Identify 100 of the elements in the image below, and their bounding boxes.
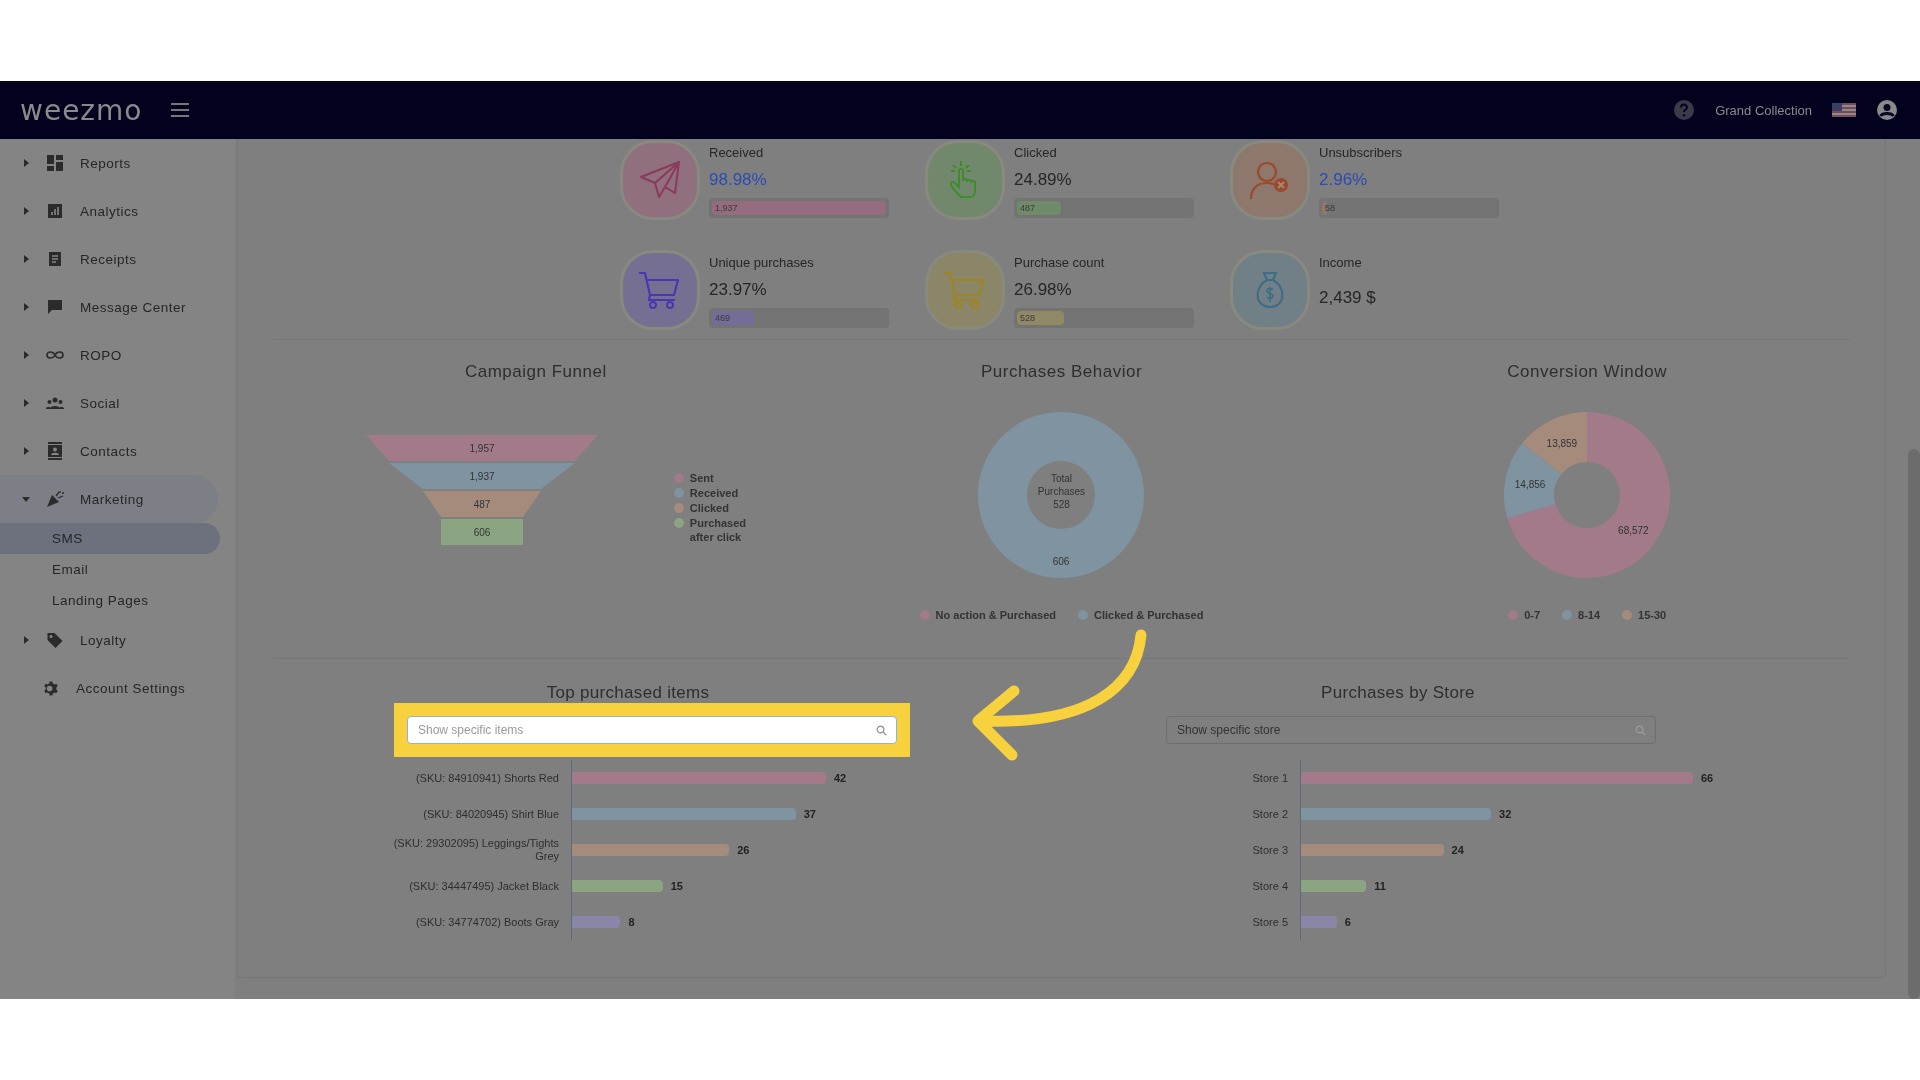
chart-title: Purchases by Store	[1321, 683, 1475, 703]
legend-label[interactable]: No action & Purchased	[935, 608, 1056, 622]
category-label: Store 2	[1251, 806, 1289, 822]
funnel-value: 487	[473, 499, 491, 510]
progress-count: 487	[1020, 203, 1036, 213]
scrollbar-thumb[interactable]	[1908, 449, 1920, 999]
contact-card-icon	[46, 442, 64, 460]
category-label: Store 5	[1251, 914, 1289, 930]
legend-dot	[1622, 610, 1633, 620]
data-label: 24	[1451, 844, 1464, 856]
progress-count: 528	[1020, 313, 1036, 323]
category-label: Store 3	[1251, 842, 1289, 858]
sidebar-item[interactable]: Social	[0, 379, 218, 427]
bar	[572, 916, 621, 928]
data-label: 15	[670, 880, 683, 892]
stat-label: Income	[1319, 255, 1362, 270]
sidebar-item[interactable]: Reports	[0, 139, 218, 187]
sidebar-item[interactable]: Contacts	[0, 427, 218, 475]
data-label: 26	[737, 844, 750, 856]
caret-icon	[22, 351, 30, 359]
caret-icon	[22, 207, 30, 215]
legend-dot	[673, 503, 684, 513]
sidebar-subitem[interactable]: Email	[0, 554, 220, 585]
sidebar-subitem[interactable]: Landing Pages	[0, 585, 220, 616]
legend-label[interactable]: Clicked	[689, 501, 729, 515]
search-field[interactable]: Show specific store	[1166, 716, 1656, 744]
chart-title: Campaign Funnel	[464, 362, 607, 382]
settings-icon	[42, 679, 60, 697]
legend-label[interactable]: 0-7	[1524, 608, 1541, 622]
legend-label[interactable]: Received	[689, 486, 739, 500]
category-label: (SKU: 84020945) Shirt Blue	[422, 806, 560, 822]
caret-icon	[22, 303, 30, 311]
progress-count: 1,937	[715, 203, 738, 213]
sidebar-item[interactable]: ROPO	[0, 331, 218, 379]
caret-icon	[22, 255, 30, 263]
legend-label[interactable]: 15-30	[1638, 608, 1667, 622]
sidebar-item[interactable]: Loyalty	[0, 616, 218, 664]
legend-dot	[673, 488, 684, 498]
funnel-value: 1,957	[469, 443, 495, 454]
stat-icon	[1233, 143, 1307, 217]
data-label: 37	[803, 808, 816, 820]
data-label: 68,572	[1618, 524, 1649, 536]
sidebar-item[interactable]: Analytics	[0, 187, 218, 235]
legend-label[interactable]: Purchased after click	[689, 516, 760, 544]
menu-icon[interactable]	[170, 102, 191, 118]
legend-dot	[1078, 610, 1088, 620]
caret-icon	[22, 495, 30, 503]
user-icon[interactable]	[1876, 99, 1898, 121]
stat-icon	[928, 143, 1002, 217]
flag-icon[interactable]	[1832, 103, 1856, 117]
legend-label[interactable]: Clicked & Purchased	[1094, 608, 1204, 622]
data-label: 32	[1499, 808, 1512, 820]
sidebar-item[interactable]: Marketing	[0, 475, 218, 523]
category-label: (SKU: 34774702) Boots Gray	[414, 914, 560, 930]
sidebar-item[interactable]: Message Center	[0, 283, 218, 331]
chart-title: Conversion Window	[1507, 362, 1667, 382]
logo[interactable]: weezmo	[20, 93, 143, 127]
search-field[interactable]: Show specific items	[407, 716, 897, 744]
stat-value: 2,439 $	[1319, 288, 1376, 308]
stat-icon	[623, 143, 697, 217]
sidebar-subitem[interactable]: SMS	[0, 523, 220, 554]
search-icon	[1635, 725, 1646, 736]
category-label: (SKU: 29302095) Leggings/Tights Grey	[392, 836, 560, 864]
category-label: (SKU: 34447495) Jacket Black	[408, 878, 560, 894]
data-label: 606	[1053, 556, 1070, 567]
data-label: 66	[1701, 772, 1714, 784]
funnel-value: 1,937	[469, 471, 495, 482]
dashboard-icon	[46, 155, 64, 171]
stat-value: 26.98%	[1014, 280, 1072, 300]
data-label: 6	[1344, 916, 1351, 928]
legend-label[interactable]: 8-14	[1578, 608, 1601, 622]
stat-label: Unsubscribers	[1319, 145, 1403, 160]
tag-icon	[46, 631, 64, 649]
caret-icon	[22, 447, 30, 455]
legend-label[interactable]: Sent	[689, 471, 714, 485]
legend-dot	[1508, 610, 1519, 620]
stat-icon	[1233, 253, 1307, 327]
legend-dot	[1562, 610, 1573, 620]
data-label: 11	[1374, 880, 1386, 892]
caret-icon	[22, 636, 30, 644]
category-label: (SKU: 84910941) Shorts Red	[414, 770, 560, 786]
center-label: Total Purchases	[1036, 472, 1087, 498]
stat-label: Clicked	[1014, 145, 1057, 160]
stat-label: Received	[709, 145, 764, 160]
bar	[1301, 916, 1337, 928]
stat-value: 98.98%	[709, 170, 767, 190]
progress-count: 469	[715, 313, 731, 323]
data-label: 14,856	[1514, 478, 1546, 490]
chart-icon	[46, 203, 64, 219]
stat-icon	[928, 253, 1002, 327]
chart-title: Purchases Behavior	[980, 362, 1143, 382]
sidebar-item[interactable]: Receipts	[0, 235, 218, 283]
progress-count: 58	[1325, 203, 1335, 213]
help-icon[interactable]	[1673, 99, 1696, 121]
chat-icon	[46, 299, 64, 315]
account-name[interactable]: Grand Collection	[1715, 102, 1812, 118]
party-popper-icon	[46, 490, 64, 508]
sidebar-item[interactable]: Account Settings	[0, 664, 218, 712]
legend-dot	[673, 518, 684, 528]
legend-dot	[919, 610, 930, 620]
